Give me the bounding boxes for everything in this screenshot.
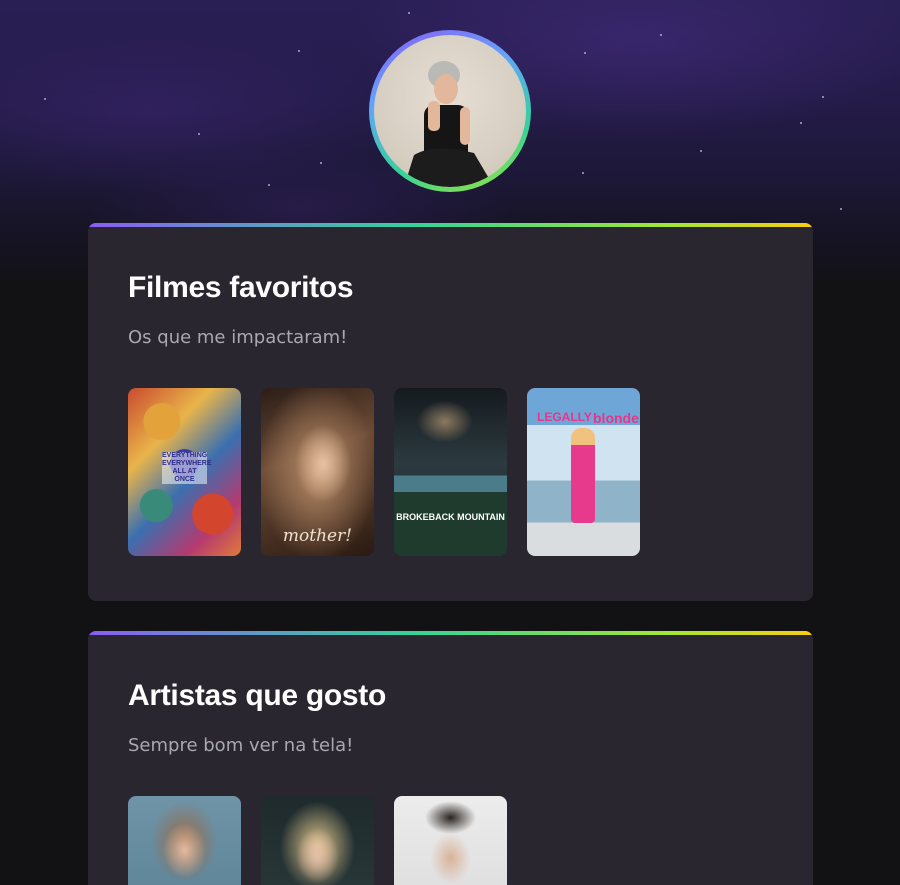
favorite-artists-subtitle: Sempre bom ver na tela! — [128, 735, 354, 756]
legally-blonde-poster[interactable]: LEGALLY blonde — [527, 388, 640, 556]
artist-photo-2[interactable] — [261, 796, 374, 885]
favorite-movies-title: Filmes favoritos — [128, 271, 354, 304]
artist-photo-1[interactable] — [128, 796, 241, 885]
brokeback-mountain-poster[interactable]: BROKEBACK MOUNTAIN — [394, 388, 507, 556]
mother-poster[interactable]: mother! — [261, 388, 374, 556]
profile-avatar — [369, 30, 531, 192]
artist-photos-list — [128, 796, 773, 885]
artist-photo-3[interactable] — [394, 796, 507, 885]
favorite-artists-title: Artistas que gosto — [128, 679, 386, 712]
favorite-artists-card: Artistas que gosto Sempre bom ver na tel… — [88, 631, 813, 885]
profile-photo — [374, 35, 526, 187]
everything-everywhere-poster[interactable]: EVERYTHING EVERYWHERE ALL AT ONCE — [128, 388, 241, 556]
favorite-movies-card: Filmes favoritos Os que me impactaram! E… — [88, 223, 813, 601]
favorite-movies-subtitle: Os que me impactaram! — [128, 327, 348, 348]
movie-posters-list: EVERYTHING EVERYWHERE ALL AT ONCE mother… — [128, 388, 773, 556]
